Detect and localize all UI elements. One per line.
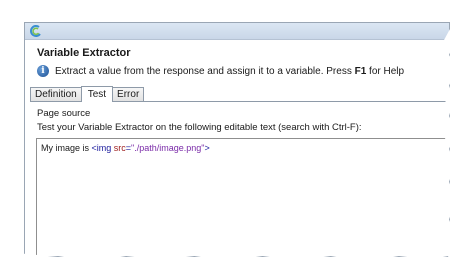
editor-attr-name: src	[113, 143, 126, 153]
editor-text: My image is	[41, 143, 92, 153]
tab-test[interactable]: Test	[80, 86, 114, 102]
dialog-window-frame: Variable Extractor i Extract a value fro…	[24, 22, 450, 257]
dialog-header: Variable Extractor i Extract a value fro…	[25, 40, 449, 84]
instructions-text: Test your Variable Extractor on the foll…	[37, 122, 362, 133]
dialog-description: i Extract a value from the response and …	[37, 65, 439, 77]
description-text: Extract a value from the response and as…	[55, 66, 404, 77]
title-bar[interactable]	[25, 23, 449, 40]
dialog-window: Variable Extractor i Extract a value fro…	[24, 22, 450, 257]
tab-error[interactable]: Error	[112, 87, 145, 101]
editor-tag-close: >	[204, 143, 210, 153]
app-logo-icon	[30, 25, 41, 37]
editor-attr-value: "./path/image.png"	[131, 143, 205, 153]
tab-bar: Definition Test Error	[30, 85, 449, 102]
info-icon: i	[37, 65, 49, 77]
editor-tag-open: <img	[91, 143, 114, 153]
test-panel: Page source Test your Variable Extractor…	[30, 102, 449, 256]
description-suffix: for Help	[366, 65, 405, 77]
description-prefix: Extract a value from the response and as…	[55, 65, 355, 77]
page-source-editor[interactable]: My image is <img src="./path/image.png">	[36, 138, 449, 256]
tab-definition[interactable]: Definition	[30, 87, 82, 101]
section-label: Page source	[37, 108, 91, 119]
dialog-title: Variable Extractor	[37, 47, 131, 59]
help-key: F1	[354, 65, 367, 77]
